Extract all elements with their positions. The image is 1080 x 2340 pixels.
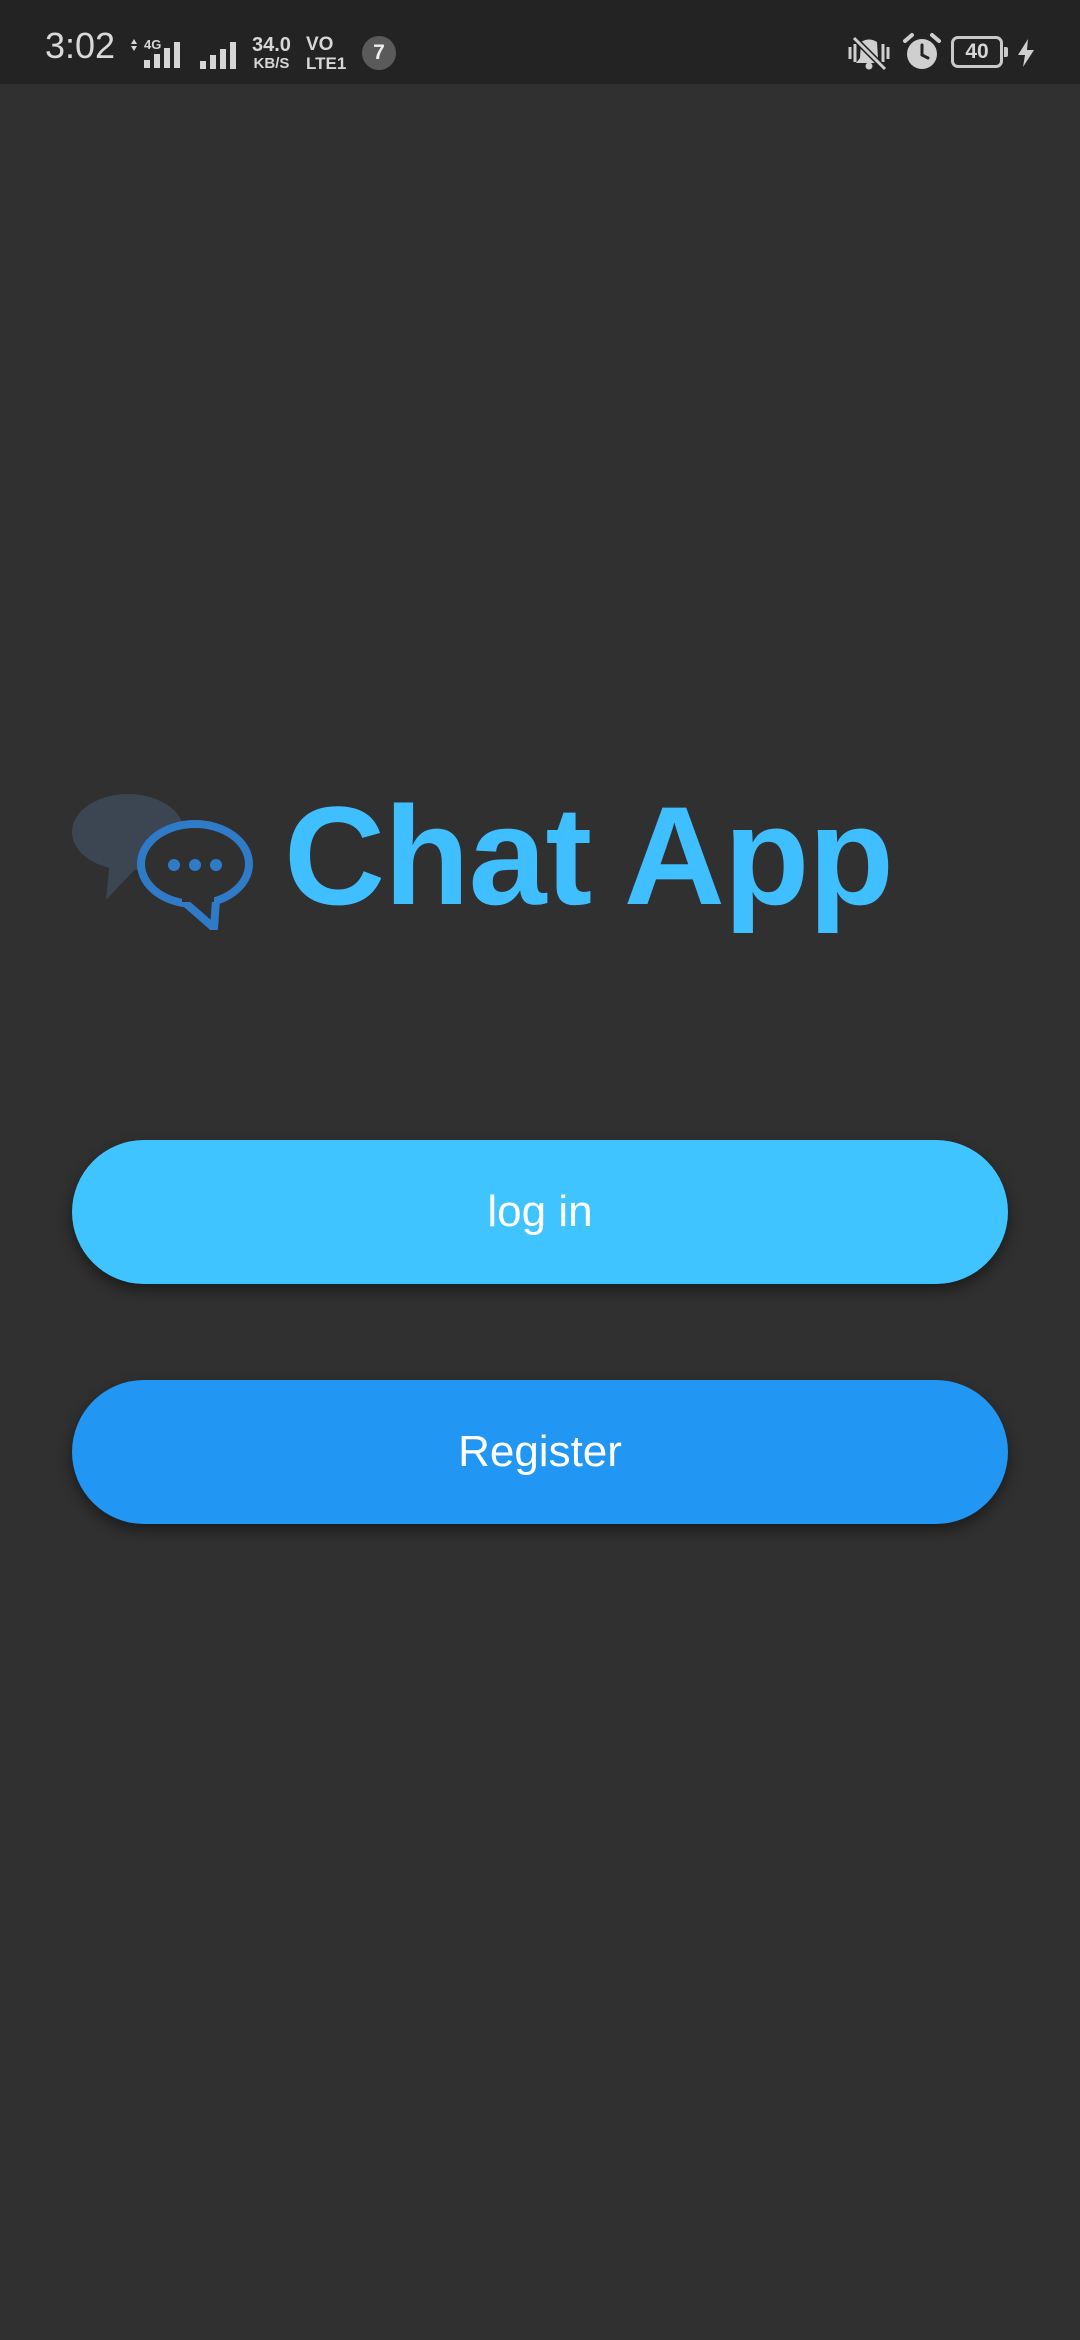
- notification-count-badge: 7: [362, 36, 396, 70]
- volte-bottom-label: LTE1: [306, 54, 347, 73]
- signal-icon: [200, 42, 236, 69]
- alarm-icon: [903, 33, 941, 69]
- chat-bubbles-icon: [72, 794, 253, 930]
- vibrate-off-icon: [848, 35, 890, 72]
- status-time: 3:02: [45, 25, 116, 66]
- login-button[interactable]: log in: [72, 1140, 1008, 1284]
- network-type-label: 4G: [144, 37, 161, 52]
- network-speed-unit: KB/S: [253, 55, 290, 72]
- volte-indicator: VO LTE1: [306, 35, 346, 72]
- mobile-data-icon: 4G: [131, 37, 180, 68]
- volte-top-label: VO: [306, 34, 334, 55]
- network-speed: 34.0 KB/S: [252, 35, 291, 71]
- app-title: Chat App: [284, 777, 894, 934]
- charging-icon: [1018, 39, 1034, 67]
- battery-indicator: 40: [951, 36, 1008, 68]
- network-speed-value: 34.0: [252, 34, 291, 56]
- register-button[interactable]: Register: [72, 1380, 1008, 1524]
- status-bar: 3:02 4G 34.0 KB/S VO LTE1 7 40: [0, 0, 1080, 84]
